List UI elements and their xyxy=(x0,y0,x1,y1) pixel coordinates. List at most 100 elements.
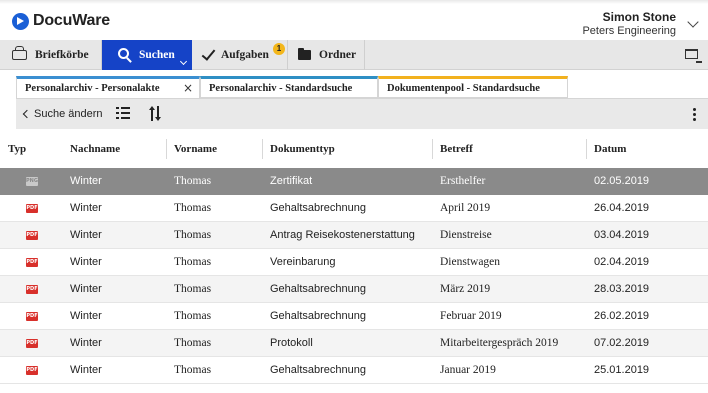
window-layout-icon[interactable] xyxy=(685,49,702,63)
cell-datum: 02.05.2019 xyxy=(594,175,650,187)
cell-nachname: Winter xyxy=(70,202,102,214)
table-row[interactable]: PDF Winter Thomas Gehaltsabrechnung Janu… xyxy=(0,357,708,384)
cell-dokumenttyp: Vereinbarung xyxy=(270,256,336,268)
tab-standardsuche[interactable]: Personalarchiv - Standardsuche xyxy=(200,76,378,98)
cell-betreff: März 2019 xyxy=(440,283,491,295)
table-row[interactable]: PDF Winter Thomas Vereinbarung Dienstwag… xyxy=(0,249,708,276)
chevron-down-icon[interactable] xyxy=(687,16,699,28)
cell-nachname: Winter xyxy=(70,337,102,349)
main-navigation: Briefkörbe Suchen Aufgaben 1 Ordner xyxy=(0,40,708,70)
cell-dokumenttyp: Gehaltsabrechnung xyxy=(270,283,367,295)
pdf-file-icon: PDF xyxy=(26,204,38,213)
column-header-dokumenttyp[interactable]: Dokumenttyp xyxy=(270,143,335,155)
column-divider[interactable] xyxy=(432,139,433,159)
app-header: DocuWare Simon Stone Peters Engineering xyxy=(0,4,708,40)
cell-betreff: Mitarbeitergespräch 2019 xyxy=(440,337,559,349)
cell-datum: 28.03.2019 xyxy=(594,283,650,295)
cell-betreff: Dienstwagen xyxy=(440,256,501,268)
table-row[interactable]: PDF Winter Thomas Gehaltsabrechnung Apri… xyxy=(0,195,708,222)
logo-text: DocuWare xyxy=(33,12,110,29)
cell-vorname: Thomas xyxy=(174,175,212,187)
tab-dokumentenpool[interactable]: Dokumentenpool - Standardsuche xyxy=(378,76,568,98)
nav-ordner-label: Ordner xyxy=(319,49,357,61)
change-search-label: Suche ändern xyxy=(34,108,103,120)
cell-datum: 02.04.2019 xyxy=(594,256,650,268)
column-header-vorname[interactable]: Vorname xyxy=(174,143,217,155)
nav-briefkoerbe[interactable]: Briefkörbe xyxy=(0,40,102,70)
cell-betreff: April 2019 xyxy=(440,202,491,214)
cell-datum: 25.01.2019 xyxy=(594,364,650,376)
nav-suchen-label: Suchen xyxy=(139,49,175,61)
pdf-file-icon: PDF xyxy=(26,231,38,240)
table-row[interactable]: PNG Winter Thomas Zertifikat Ersthelfer … xyxy=(0,168,708,195)
docuware-logo[interactable]: DocuWare xyxy=(12,12,110,30)
tab-label: Dokumentenpool - Standardsuche xyxy=(387,83,540,94)
checkmark-icon xyxy=(201,45,216,61)
result-toolbar: Suche ändern xyxy=(16,98,708,129)
table-row[interactable]: PDF Winter Thomas Gehaltsabrechnung Febr… xyxy=(0,303,708,330)
change-search-button[interactable]: Suche ändern xyxy=(22,99,103,129)
user-organization: Peters Engineering xyxy=(582,25,676,37)
column-divider[interactable] xyxy=(166,139,167,159)
cell-betreff: Januar 2019 xyxy=(440,364,496,376)
close-icon[interactable]: × xyxy=(183,81,193,95)
cell-vorname: Thomas xyxy=(174,337,212,349)
cell-datum: 03.04.2019 xyxy=(594,229,650,241)
cell-vorname: Thomas xyxy=(174,310,212,322)
pdf-file-icon: PDF xyxy=(26,258,38,267)
chevron-down-icon[interactable] xyxy=(179,57,188,66)
cell-betreff: Februar 2019 xyxy=(440,310,502,322)
cell-nachname: Winter xyxy=(70,229,102,241)
cell-betreff: Dienstreise xyxy=(440,229,492,241)
chevron-left-icon xyxy=(22,109,32,119)
pdf-file-icon: PDF xyxy=(26,339,38,348)
nav-aufgaben-label: Aufgaben xyxy=(221,49,269,61)
nav-aufgaben[interactable]: Aufgaben 1 xyxy=(192,40,288,70)
table-row[interactable]: PDF Winter Thomas Gehaltsabrechnung März… xyxy=(0,276,708,303)
nav-suchen[interactable]: Suchen xyxy=(102,40,192,70)
column-header-betreff[interactable]: Betreff xyxy=(440,143,473,155)
pdf-file-icon: PDF xyxy=(26,366,38,375)
cell-datum: 26.04.2019 xyxy=(594,202,650,214)
nav-briefkoerbe-label: Briefkörbe xyxy=(35,49,89,61)
cell-dokumenttyp: Gehaltsabrechnung xyxy=(270,202,367,214)
nav-ordner[interactable]: Ordner xyxy=(288,40,365,70)
user-menu[interactable]: Simon Stone Peters Engineering xyxy=(582,10,676,37)
tab-label: Personalarchiv - Standardsuche xyxy=(209,83,353,94)
pdf-file-icon: PDF xyxy=(26,285,38,294)
tab-personalakte[interactable]: Personalarchiv - Personalakte × xyxy=(16,76,200,98)
column-header-typ[interactable]: Typ xyxy=(8,143,26,155)
column-header-nachname[interactable]: Nachname xyxy=(70,143,120,155)
cell-dokumenttyp: Zertifikat xyxy=(270,175,313,187)
pdf-file-icon: PDF xyxy=(26,312,38,321)
table-header: Typ Nachname Vorname Dokumenttyp Betreff… xyxy=(0,130,708,168)
more-options-icon[interactable] xyxy=(693,108,696,123)
cell-nachname: Winter xyxy=(70,364,102,376)
cell-dokumenttyp: Antrag Reisekostenerstattung xyxy=(270,229,415,241)
cell-vorname: Thomas xyxy=(174,256,212,268)
cell-nachname: Winter xyxy=(70,175,102,187)
cell-betreff: Ersthelfer xyxy=(440,175,486,187)
cell-dokumenttyp: Gehaltsabrechnung xyxy=(270,364,367,376)
table-row[interactable]: PDF Winter Thomas Protokoll Mitarbeiterg… xyxy=(0,330,708,357)
search-tabs: Personalarchiv - Personalakte × Personal… xyxy=(0,76,708,98)
folder-icon xyxy=(298,48,311,60)
tab-label: Personalarchiv - Personalakte xyxy=(25,83,160,94)
column-header-datum[interactable]: Datum xyxy=(594,143,626,155)
search-icon xyxy=(118,48,129,59)
task-count-badge: 1 xyxy=(273,43,285,55)
cell-datum: 26.02.2019 xyxy=(594,310,650,322)
table-row[interactable]: PDF Winter Thomas Antrag Reisekostenerst… xyxy=(0,222,708,249)
cell-dokumenttyp: Protokoll xyxy=(270,337,313,349)
docuware-logo-icon xyxy=(12,12,29,30)
sort-icon[interactable] xyxy=(149,106,161,121)
cell-vorname: Thomas xyxy=(174,364,212,376)
list-view-icon[interactable] xyxy=(116,107,130,120)
tray-icon xyxy=(12,46,27,60)
column-divider[interactable] xyxy=(262,139,263,159)
cell-nachname: Winter xyxy=(70,256,102,268)
cell-datum: 07.02.2019 xyxy=(594,337,650,349)
cell-vorname: Thomas xyxy=(174,202,212,214)
column-divider[interactable] xyxy=(586,139,587,159)
cell-vorname: Thomas xyxy=(174,229,212,241)
